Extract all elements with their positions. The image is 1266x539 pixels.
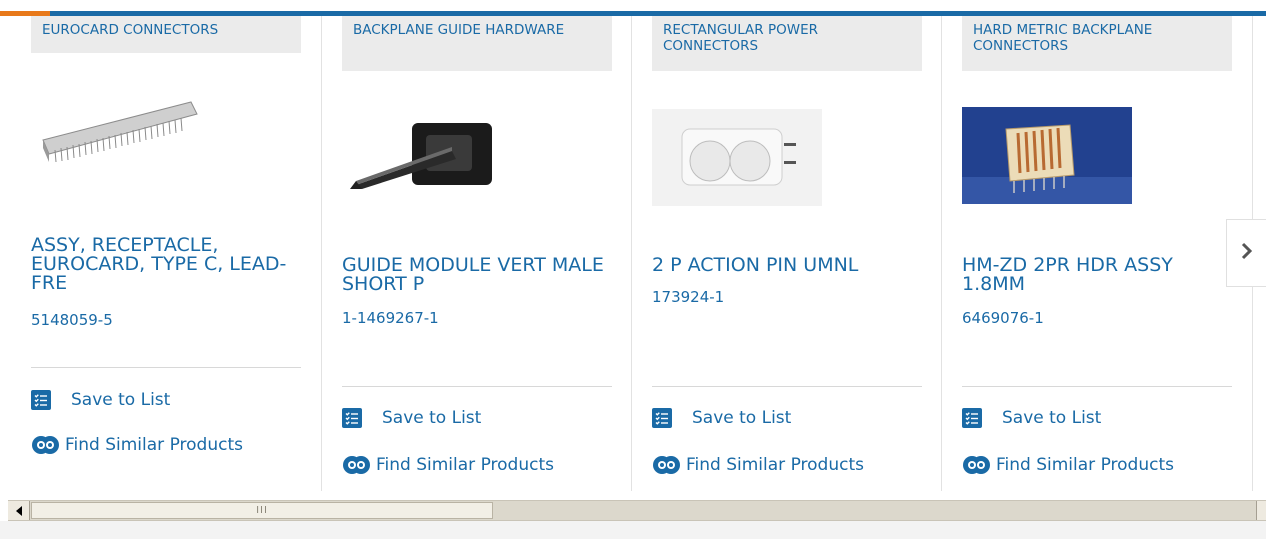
find-similar-products-button[interactable]: Find Similar Products (342, 452, 554, 478)
product-card: EUROCARD CONNECTORS ASSY, RECEPTACLE, EU… (31, 16, 301, 491)
save-to-list-label: Save to List (71, 390, 171, 410)
product-title-link[interactable]: ASSY, RECEPTACLE, EUROCARD, TYPE C, LEAD… (31, 236, 301, 293)
carousel-next-button[interactable] (1226, 219, 1266, 287)
find-similar-products-button[interactable]: Find Similar Products (652, 452, 864, 478)
part-number-link[interactable]: 6469076-1 (962, 309, 1044, 327)
find-similar-products-button[interactable]: Find Similar Products (962, 452, 1174, 478)
product-title-link[interactable]: GUIDE MODULE VERT MALE SHORT P (342, 256, 612, 294)
product-title-link[interactable]: HM-ZD 2PR HDR ASSY 1.8MM (962, 256, 1232, 294)
card-divider (962, 386, 1232, 387)
checklist-icon (31, 390, 51, 410)
card-divider (342, 386, 612, 387)
page-footer-area (0, 521, 1266, 539)
part-number-link[interactable]: 1-1469267-1 (342, 309, 439, 327)
part-number-link[interactable]: 5148059-5 (31, 311, 113, 329)
similar-products-icon (342, 452, 372, 478)
save-to-list-label: Save to List (692, 408, 792, 428)
save-to-list-button[interactable]: Save to List (962, 408, 1101, 428)
find-similar-products-button[interactable]: Find Similar Products (31, 432, 243, 458)
save-to-list-button[interactable]: Save to List (652, 408, 791, 428)
product-card: BACKPLANE GUIDE HARDWARE GUIDE MODULE VE… (321, 16, 612, 491)
arrow-left-icon (15, 501, 23, 520)
similar-products-icon (652, 452, 682, 478)
category-tag[interactable]: BACKPLANE GUIDE HARDWARE (342, 16, 612, 71)
save-to-list-label: Save to List (1002, 408, 1102, 428)
guide-module-image[interactable] (342, 109, 512, 206)
find-similar-label: Find Similar Products (65, 435, 243, 455)
product-card: RECTANGULAR POWER CONNECTORS 2 P ACTION … (631, 16, 922, 491)
category-tag[interactable]: EUROCARD CONNECTORS (31, 16, 301, 53)
part-number-link[interactable]: 173924-1 (652, 288, 724, 306)
scrollbar-thumb[interactable]: III (31, 502, 493, 519)
eurocard-connector-image[interactable] (31, 80, 201, 177)
hard-metric-connector-image[interactable] (962, 107, 1132, 204)
horizontal-scrollbar[interactable]: III (8, 500, 1266, 521)
find-similar-label: Find Similar Products (686, 455, 864, 475)
scrollbar-grip: III (256, 505, 268, 516)
save-to-list-button[interactable]: Save to List (342, 408, 481, 428)
find-similar-label: Find Similar Products (376, 455, 554, 475)
similar-products-icon (962, 452, 992, 478)
similar-products-icon (31, 432, 61, 458)
save-to-list-button[interactable]: Save to List (31, 390, 170, 410)
scroll-right-button[interactable] (1256, 501, 1266, 520)
category-tag[interactable]: HARD METRIC BACKPLANE CONNECTORS (962, 16, 1232, 71)
checklist-icon (962, 408, 982, 428)
chevron-right-icon (1241, 242, 1253, 264)
checklist-icon (342, 408, 362, 428)
checklist-icon (652, 408, 672, 428)
scroll-left-button[interactable] (8, 501, 30, 520)
card-divider (652, 386, 922, 387)
power-connector-image[interactable] (652, 109, 822, 206)
find-similar-label: Find Similar Products (996, 455, 1174, 475)
save-to-list-label: Save to List (382, 408, 482, 428)
card-divider (31, 367, 301, 368)
product-card: HARD METRIC BACKPLANE CONNECTORS HM-ZD 2… (941, 16, 1232, 491)
product-title-link[interactable]: 2 P ACTION PIN UMNL (652, 256, 922, 275)
category-tag[interactable]: RECTANGULAR POWER CONNECTORS (652, 16, 922, 71)
product-carousel-track: EUROCARD CONNECTORS ASSY, RECEPTACLE, EU… (0, 16, 1266, 491)
